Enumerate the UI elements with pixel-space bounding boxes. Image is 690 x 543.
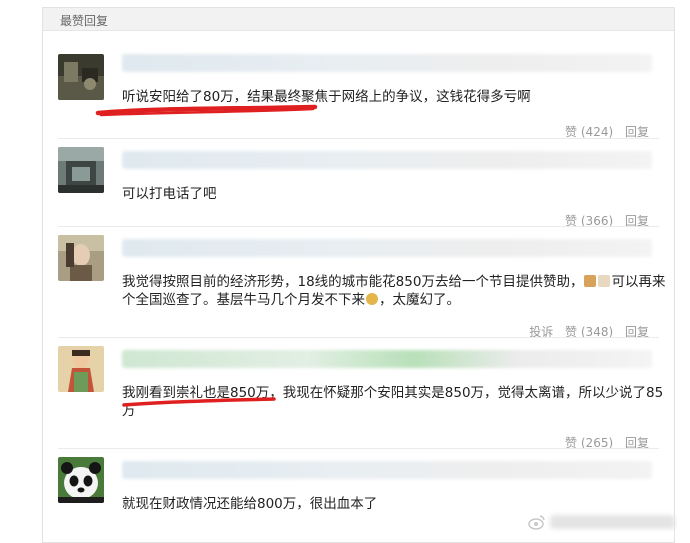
avatar-image [58,147,104,193]
reply-item: 听说安阳给了80万，结果最终聚焦于网络上的争议，这钱花得多亏啊 赞 (424) … [43,46,674,139]
gift-box-emoji-icon [584,275,597,287]
reply-text: 我觉得按照目前的经济形势，18线的城市能花850万去给一个节目提供赞助， 可以再来… [122,273,665,309]
reply-text-line1: 我觉得按照目前的经济形势，18线的城市能花850万去给一个节目提供赞助， [122,274,584,290]
watermark-text-blurred [550,515,675,529]
reply-text-line1: 我刚看到崇礼也是850万，我现在怀疑那个安阳其实是850万，觉得太离谱，所以少说… [122,385,664,401]
reply-text: 听说安阳给了80万，结果最终聚焦于网络上的争议，这钱花得多亏啊 [122,89,531,105]
top-replies-panel: 最赞回复 听说安阳给了80万，结果最终聚焦于网络上的争议，这钱花得多亏啊 赞 (… [42,7,675,543]
username-blurred [122,239,652,257]
like-label: 赞 [565,125,578,139]
avatar-image [58,346,104,392]
reply-text: 我刚看到崇礼也是850万，我现在怀疑那个安阳其实是850万，觉得太离谱，所以少说… [122,384,663,420]
red-underline-mark [95,104,318,117]
panda-avatar-image [58,457,104,503]
panel-title: 最赞回复 [60,14,109,28]
avatar[interactable] [58,147,104,193]
username-blurred [122,350,652,368]
username-blurred [122,54,652,72]
panel-header: 最赞回复 [43,8,674,31]
reply-item: 可以打电话了吧 赞 (366) 回复 [43,139,674,228]
like-button[interactable]: 赞 (424) [565,125,613,139]
weibo-logo-icon [528,515,545,530]
reply-text-line1-tail: 可以再来 [611,274,666,290]
avatar[interactable] [58,457,104,503]
reply-text: 可以打电话了吧 [122,186,217,202]
reply-item: 我刚看到崇礼也是850万，我现在怀疑那个安阳其实是850万，觉得太离谱，所以少说… [43,338,674,450]
dog-emoji-icon [598,275,611,287]
reply-text-line2-tail: ，太魔幻了。 [379,292,460,308]
money-bag-emoji-icon [366,293,378,305]
avatar[interactable] [58,235,104,281]
avatar-image [58,235,104,281]
avatar[interactable] [58,54,104,100]
avatar[interactable] [58,346,104,392]
reply-item: 我觉得按照目前的经济形势，18线的城市能花850万去给一个节目提供赞助， 可以再来… [43,227,674,339]
reply-text-line2: 万 [122,403,136,419]
watermark [528,511,678,533]
like-count: (424) [580,125,614,139]
reply-button[interactable]: 回复 [625,125,649,139]
username-blurred [122,461,652,479]
reply-text-line2: 个全国巡查了。基层牛马几个月发不下来 [122,292,365,308]
username-blurred [122,151,652,169]
avatar-image [58,54,104,100]
